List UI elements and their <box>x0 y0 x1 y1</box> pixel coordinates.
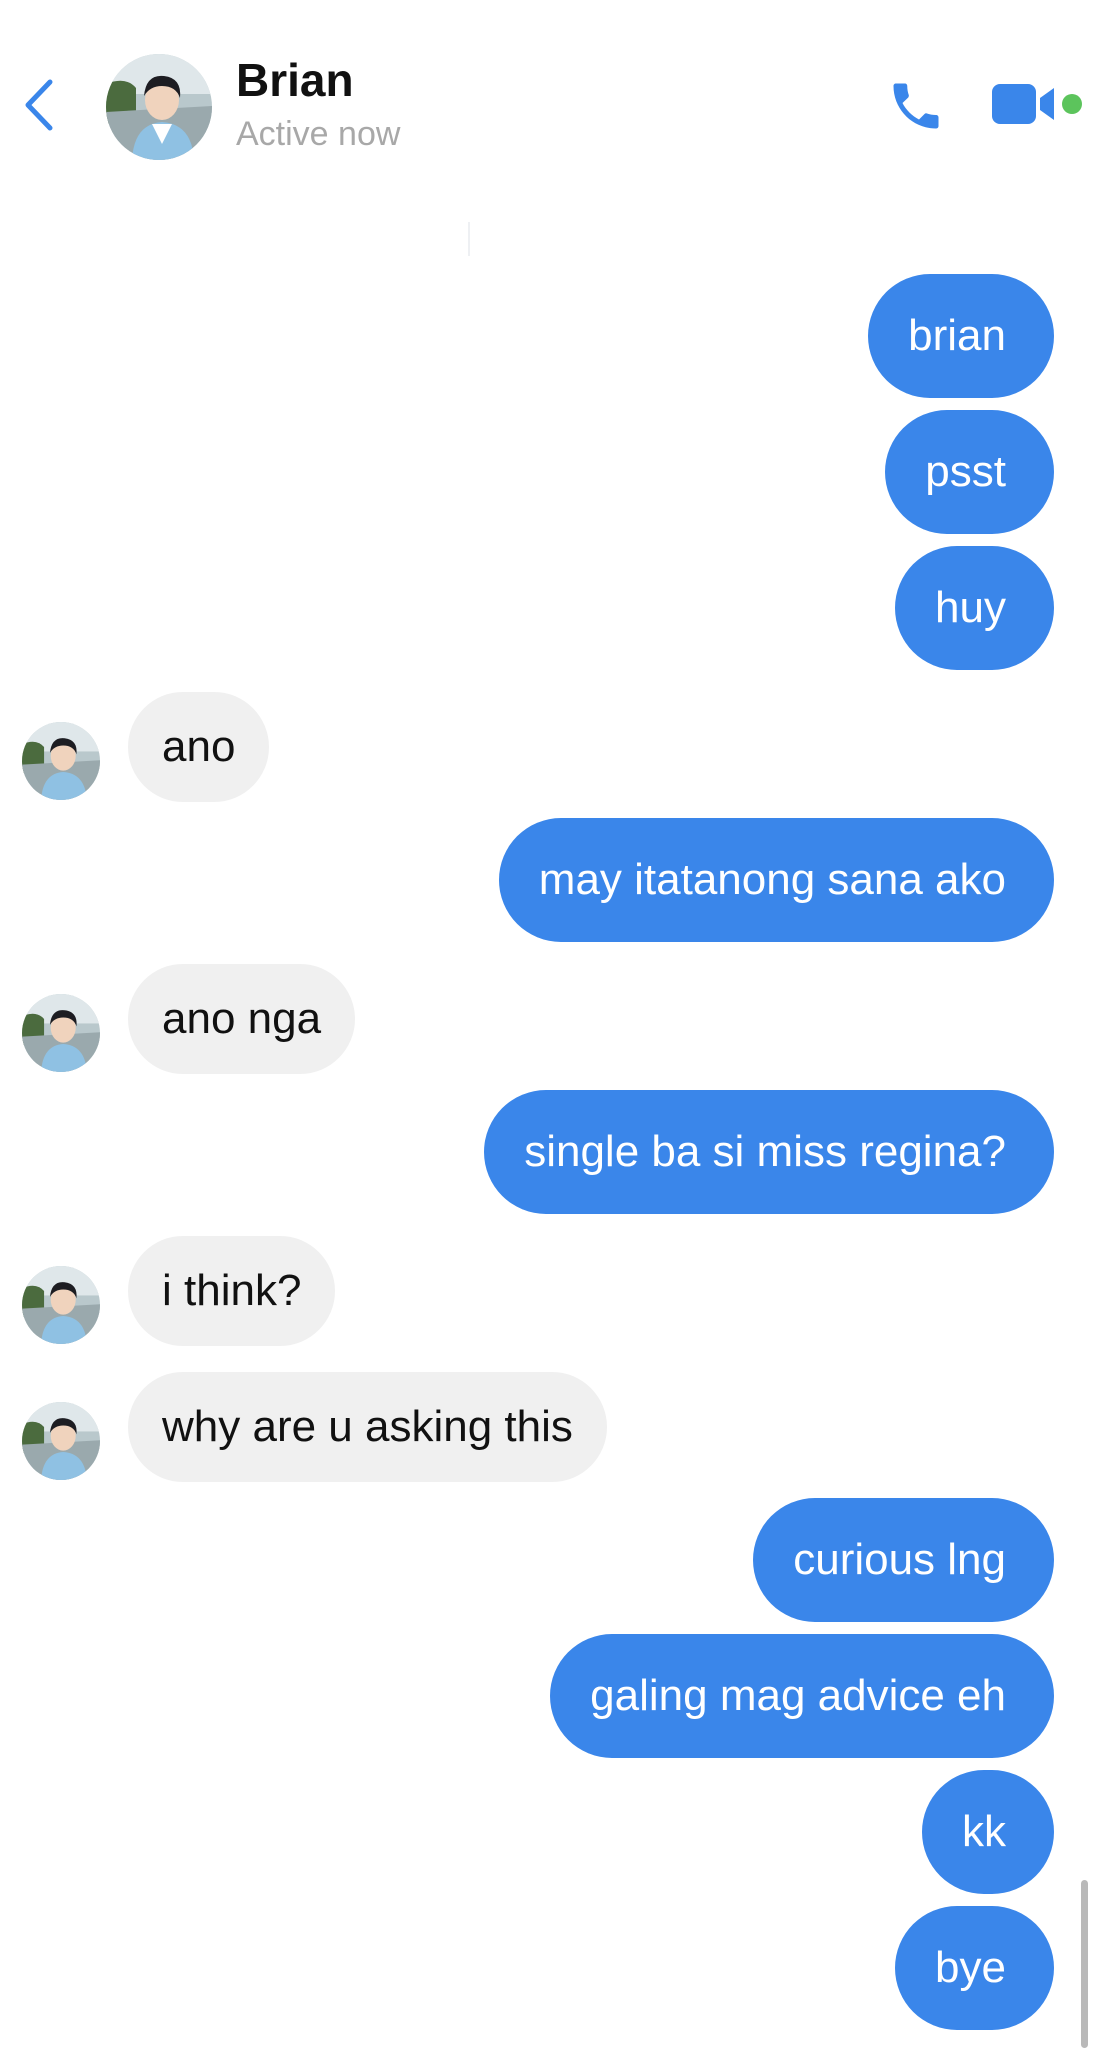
message-outgoing[interactable]: brian <box>868 274 1054 398</box>
message-outgoing[interactable]: single ba si miss regina? <box>484 1090 1054 1214</box>
contact-name: Brian <box>236 54 354 106</box>
contact-avatar-small[interactable] <box>22 722 100 800</box>
contact-avatar-small[interactable] <box>22 1266 100 1344</box>
chevron-left-icon <box>25 79 53 131</box>
video-call-button[interactable] <box>990 80 1060 128</box>
message-outgoing[interactable]: huy <box>895 546 1054 670</box>
message-outgoing[interactable]: kk <box>922 1770 1054 1894</box>
phone-icon <box>893 83 939 129</box>
message-incoming[interactable]: ano <box>128 692 270 802</box>
message-outgoing[interactable]: curious lng <box>753 1498 1054 1622</box>
contact-avatar[interactable] <box>106 54 212 160</box>
online-indicator <box>1062 94 1082 114</box>
message-outgoing[interactable]: may itatanong sana ako <box>498 818 1054 942</box>
message-incoming[interactable]: i think? <box>128 1236 336 1346</box>
chat-header: Brian Active now <box>0 0 1096 200</box>
voice-call-button[interactable] <box>886 76 946 136</box>
timestamp-divider <box>468 222 470 256</box>
message-outgoing[interactable]: psst <box>885 410 1054 534</box>
active-status: Active now <box>236 115 401 153</box>
message-incoming[interactable]: ano nga <box>128 964 356 1074</box>
message-incoming[interactable]: why are u asking this <box>128 1372 607 1482</box>
message-outgoing[interactable]: bye <box>895 1906 1054 2030</box>
back-button[interactable] <box>14 70 64 140</box>
contact-avatar-small[interactable] <box>22 994 100 1072</box>
video-camera-icon <box>992 84 1054 124</box>
scrollbar[interactable] <box>1081 1880 1088 2048</box>
contact-avatar-small[interactable] <box>22 1402 100 1480</box>
message-outgoing[interactable]: galing mag advice eh <box>550 1634 1054 1758</box>
